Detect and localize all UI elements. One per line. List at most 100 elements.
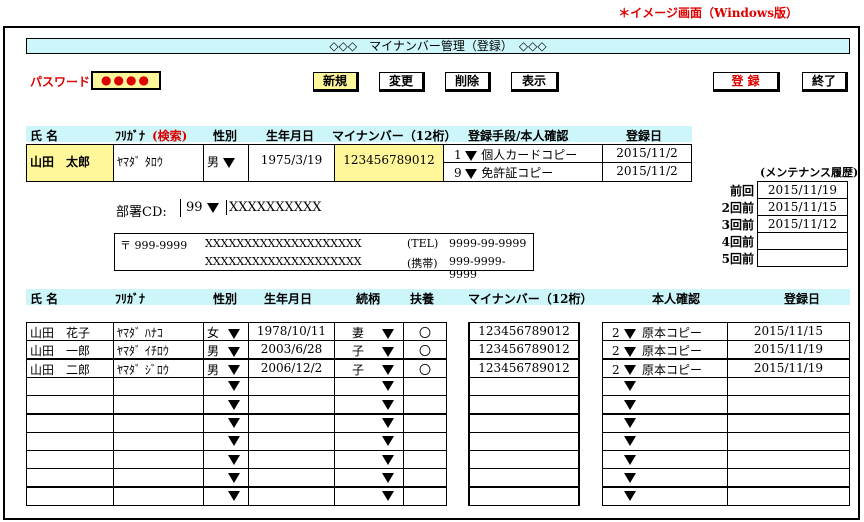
family-dependent-field[interactable] xyxy=(403,376,447,396)
family-kana-field[interactable] xyxy=(113,450,204,470)
family-gender-select[interactable]: 女 xyxy=(203,322,249,341)
main-kana-field[interactable]: ﾔﾏﾀﾞ ﾀﾛｳ xyxy=(113,144,204,182)
family-birth-field[interactable] xyxy=(248,486,335,506)
family-kana-field[interactable] xyxy=(113,486,204,506)
family-birth-field[interactable] xyxy=(248,413,335,433)
family-kana-field[interactable] xyxy=(113,468,204,488)
family-mynumber-field[interactable] xyxy=(468,431,580,451)
main-mynumber-field[interactable]: 123456789012 xyxy=(334,144,444,182)
family-date-field[interactable]: 2015/11/19 xyxy=(727,340,850,360)
family-name-field[interactable] xyxy=(26,468,114,488)
family-kana-field[interactable] xyxy=(113,395,204,415)
family-relation-select[interactable] xyxy=(334,450,404,470)
family-mynumber-field[interactable]: 123456789012 xyxy=(468,340,580,360)
family-identity-select[interactable] xyxy=(602,431,728,451)
family-dependent-field[interactable] xyxy=(403,450,447,470)
family-date-field[interactable] xyxy=(727,431,850,451)
family-relation-select[interactable]: 子 xyxy=(334,358,404,378)
password-field[interactable]: ●●●● xyxy=(91,71,161,90)
family-mynumber-field[interactable] xyxy=(468,376,580,396)
family-relation-select[interactable] xyxy=(334,486,404,506)
family-name-field[interactable] xyxy=(26,376,114,396)
method-date-1[interactable]: 2015/11/2 xyxy=(602,144,692,163)
family-mynumber-field[interactable]: 123456789012 xyxy=(468,322,580,341)
family-relation-select[interactable] xyxy=(334,395,404,415)
family-date-field[interactable] xyxy=(727,413,850,433)
family-birth-field[interactable] xyxy=(248,468,335,488)
family-identity-select[interactable]: 2 原本コピー xyxy=(602,358,728,378)
family-gender-select[interactable] xyxy=(203,376,249,396)
family-relation-select[interactable] xyxy=(334,376,404,396)
family-birth-field[interactable] xyxy=(248,431,335,451)
family-kana-field[interactable] xyxy=(113,376,204,396)
family-dependent-field[interactable] xyxy=(403,486,447,506)
family-dependent-field[interactable] xyxy=(403,395,447,415)
family-birth-field[interactable]: 1978/10/11 xyxy=(248,322,335,341)
main-gender-select[interactable]: 男 xyxy=(203,144,249,182)
new-button[interactable]: 新規 xyxy=(313,72,359,92)
method-row-1[interactable]: 1 個人カードコピー xyxy=(443,144,603,163)
family-identity-select[interactable] xyxy=(602,413,728,433)
family-birth-field[interactable] xyxy=(248,395,335,415)
family-relation-select[interactable]: 妻 xyxy=(334,322,404,341)
family-name-field[interactable] xyxy=(26,431,114,451)
family-relation-select[interactable] xyxy=(334,468,404,488)
family-identity-select[interactable]: 2 原本コピー xyxy=(602,340,728,360)
kana-search-link[interactable]: (検索) xyxy=(152,127,187,144)
family-mynumber-field[interactable] xyxy=(468,486,580,506)
family-identity-select[interactable] xyxy=(602,486,728,506)
family-identity-select[interactable] xyxy=(602,376,728,396)
family-name-field[interactable] xyxy=(26,486,114,506)
family-kana-field[interactable]: ﾔﾏﾀﾞ ｲﾁﾛｳ xyxy=(113,340,204,360)
family-gender-select[interactable] xyxy=(203,486,249,506)
family-mynumber-field[interactable] xyxy=(468,468,580,488)
family-gender-select[interactable] xyxy=(203,468,249,488)
family-name-field[interactable] xyxy=(26,450,114,470)
method-date-2[interactable]: 2015/11/2 xyxy=(602,162,692,182)
family-identity-select[interactable] xyxy=(602,395,728,415)
family-identity-select[interactable] xyxy=(602,468,728,488)
display-button[interactable]: 表示 xyxy=(511,72,559,92)
main-name-field[interactable]: 山田 太郎 xyxy=(26,144,114,182)
family-kana-field[interactable]: ﾔﾏﾀﾞ ｼﾞﾛｳ xyxy=(113,358,204,378)
family-identity-select[interactable]: 2 原本コピー xyxy=(602,322,728,341)
family-mynumber-field[interactable] xyxy=(468,450,580,470)
family-date-field[interactable] xyxy=(727,376,850,396)
family-name-field[interactable]: 山田 一郎 xyxy=(26,340,114,360)
family-name-field[interactable]: 山田 花子 xyxy=(26,322,114,341)
family-gender-select[interactable] xyxy=(203,413,249,433)
family-dependent-field[interactable]: 〇 xyxy=(403,322,447,341)
register-button[interactable]: 登 録 xyxy=(713,72,780,92)
family-date-field[interactable] xyxy=(727,450,850,470)
family-birth-field[interactable]: 2006/12/2 xyxy=(248,358,335,378)
family-relation-select[interactable] xyxy=(334,413,404,433)
family-dependent-field[interactable] xyxy=(403,468,447,488)
family-dependent-field[interactable] xyxy=(403,431,447,451)
family-mynumber-field[interactable]: 123456789012 xyxy=(468,358,580,378)
dept-code-select[interactable]: 99 xyxy=(180,199,226,217)
family-mynumber-field[interactable] xyxy=(468,413,580,433)
family-date-field[interactable] xyxy=(727,486,850,506)
family-name-field[interactable] xyxy=(26,395,114,415)
family-relation-select[interactable]: 子 xyxy=(334,340,404,360)
family-name-field[interactable] xyxy=(26,413,114,433)
family-mynumber-field[interactable] xyxy=(468,395,580,415)
family-gender-select[interactable] xyxy=(203,450,249,470)
method-row-2[interactable]: 9 免許証コピー xyxy=(443,162,603,182)
family-name-field[interactable]: 山田 二郎 xyxy=(26,358,114,378)
family-kana-field[interactable] xyxy=(113,431,204,451)
family-relation-select[interactable] xyxy=(334,431,404,451)
family-dependent-field[interactable]: 〇 xyxy=(403,340,447,360)
family-dependent-field[interactable]: 〇 xyxy=(403,358,447,378)
family-birth-field[interactable] xyxy=(248,376,335,396)
family-gender-select[interactable] xyxy=(203,395,249,415)
change-button[interactable]: 変更 xyxy=(379,72,425,92)
end-button[interactable]: 終了 xyxy=(802,72,848,92)
family-gender-select[interactable] xyxy=(203,431,249,451)
family-birth-field[interactable]: 2003/6/28 xyxy=(248,340,335,360)
family-date-field[interactable]: 2015/11/15 xyxy=(727,322,850,341)
family-dependent-field[interactable] xyxy=(403,413,447,433)
family-gender-select[interactable]: 男 xyxy=(203,340,249,360)
family-gender-select[interactable]: 男 xyxy=(203,358,249,378)
family-kana-field[interactable] xyxy=(113,413,204,433)
